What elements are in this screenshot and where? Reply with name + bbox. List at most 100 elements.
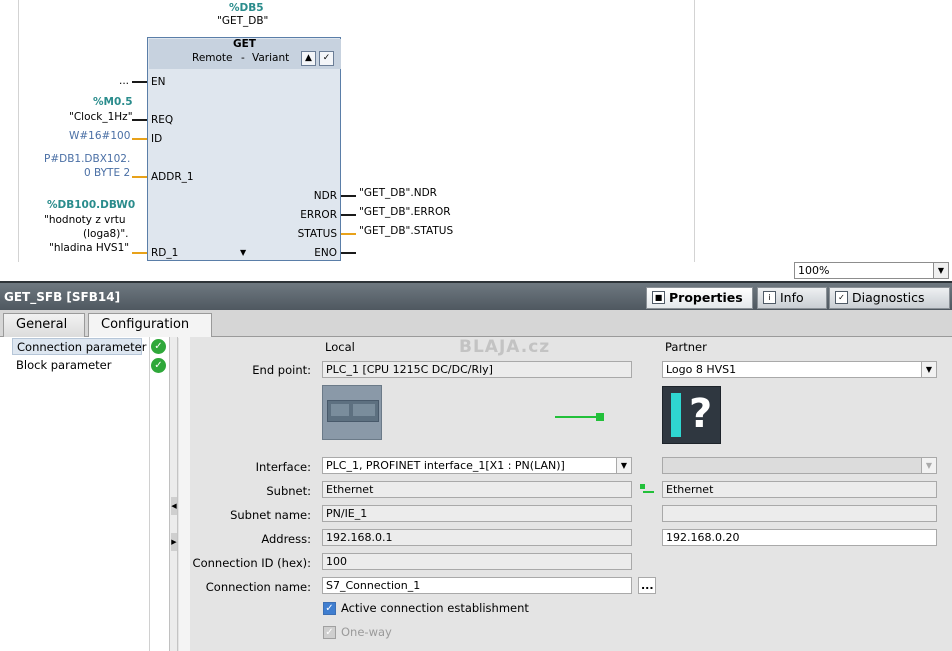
interface-label: Interface: [255, 460, 311, 474]
tab-info-label: Info [780, 290, 804, 305]
network-divider [694, 0, 695, 262]
function-block-get[interactable]: GET Remote - Variant ▲ ✓ EN REQ ID ADDR_… [147, 37, 341, 261]
chevron-down-icon[interactable]: ▼ [616, 458, 631, 473]
connection-name-input[interactable]: S7_Connection_1 [322, 577, 632, 594]
partner-subnet-field: Ethernet [662, 481, 937, 498]
instance-db-address: %DB5 [229, 2, 264, 14]
local-subnet-field: Ethernet [322, 481, 632, 498]
config-tool-icon[interactable]: ▲ [301, 51, 316, 66]
pin-ndr: NDR [313, 190, 337, 202]
zoom-select[interactable]: 100% ▼ [794, 262, 949, 279]
connection-link-line [555, 416, 597, 418]
active-connection-checkbox[interactable]: ✓ [323, 602, 336, 615]
column-local: Local [325, 340, 355, 354]
inspector-title: GET_SFB [SFB14] [4, 290, 121, 304]
subnet-label: Subnet: [266, 484, 311, 498]
rd1-operand-line1[interactable]: "hodnoty z vrtu [44, 214, 125, 226]
partner-end-point-value: Logo 8 HVS1 [666, 363, 737, 376]
check-ok-icon: ✓ [151, 339, 166, 354]
pin-rd1: RD_1 [151, 247, 179, 259]
chevron-down-icon[interactable]: ▼ [921, 362, 936, 377]
tab-diagnostics[interactable]: ✓ Diagnostics [829, 287, 950, 309]
pin-req: REQ [151, 114, 174, 126]
variant-separator: - [241, 52, 245, 64]
req-wire [132, 119, 147, 121]
unknown-device-icon: ? [662, 386, 721, 444]
chevron-down-icon[interactable]: ▼ [933, 263, 948, 278]
local-interface-value: PLC_1, PROFINET interface_1[X1 : PN(LAN)… [326, 459, 565, 472]
partner-address-input[interactable]: 192.168.0.20 [662, 529, 937, 546]
properties-icon: ■ [652, 291, 665, 304]
pin-error: ERROR [300, 209, 337, 221]
inspector-header: GET_SFB [SFB14] ■ Properties i Info ✓ Di… [0, 281, 952, 310]
expand-arrow-icon[interactable]: ▼ [240, 248, 246, 257]
local-interface-select[interactable]: PLC_1, PROFINET interface_1[X1 : PN(LAN)… [322, 457, 632, 474]
tab-info[interactable]: i Info [757, 287, 827, 309]
connection-id-label: Connection ID (hex): [192, 556, 311, 570]
active-connection-label: Active connection establishment [341, 601, 529, 615]
subtab-general[interactable]: General [3, 313, 85, 337]
instance-db-name[interactable]: "GET_DB" [217, 15, 268, 27]
variant-label: Remote [192, 52, 233, 64]
pin-en: EN [151, 76, 166, 88]
parameter-tree [0, 337, 170, 651]
addr1-operand-line1[interactable]: P#DB1.DBX102. [44, 153, 130, 165]
req-operand[interactable]: "Clock_1Hz" [69, 111, 133, 123]
error-wire [341, 214, 356, 216]
diagnostic-tool-icon[interactable]: ✓ [319, 51, 334, 66]
subtab-configuration[interactable]: Configuration [88, 313, 212, 338]
connection-link-port [596, 413, 604, 421]
partner-interface-select[interactable]: ▼ [662, 457, 937, 474]
local-end-point-field: PLC_1 [CPU 1215C DC/DC/Rly] [322, 361, 632, 378]
tree-divider [149, 337, 150, 651]
partner-subnet-name-field [662, 505, 937, 522]
subnet-link-line [643, 491, 654, 493]
error-operand[interactable]: "GET_DB".ERROR [359, 206, 451, 218]
chevron-down-icon[interactable]: ▼ [921, 458, 936, 473]
rd1-operand-line3[interactable]: "hladina HVS1" [49, 242, 129, 254]
pin-eno: ENO [314, 247, 337, 259]
status-wire [341, 233, 356, 235]
ndr-wire [341, 195, 356, 197]
zoom-value: 100% [798, 264, 830, 277]
ndr-operand[interactable]: "GET_DB".NDR [359, 187, 437, 199]
block-editor[interactable]: %DB5 "GET_DB" GET Remote - Variant ▲ ✓ E… [0, 0, 952, 262]
info-icon: i [763, 291, 776, 304]
addr1-wire [132, 176, 147, 178]
variant-value: Variant [252, 52, 290, 64]
pin-id: ID [151, 133, 163, 145]
one-way-label: One-way [341, 625, 392, 639]
one-way-checkbox[interactable]: ✓ [323, 626, 336, 639]
partner-end-point-select[interactable]: Logo 8 HVS1 ▼ [662, 361, 937, 378]
tab-properties[interactable]: ■ Properties [646, 287, 753, 309]
block-type: GET [233, 38, 256, 50]
req-address: %M0.5 [93, 96, 133, 108]
rd1-operand-line2[interactable]: (loga8)". [83, 228, 128, 240]
local-address-field: 192.168.0.1 [322, 529, 632, 546]
plc-device-icon [322, 385, 382, 440]
status-operand[interactable]: "GET_DB".STATUS [359, 225, 453, 237]
watermark: BLAJA.cz [459, 337, 551, 357]
left-power-rail [18, 0, 19, 262]
subnet-link-icon [640, 484, 645, 489]
en-wire [132, 81, 147, 83]
pin-status: STATUS [297, 228, 337, 240]
pin-addr1: ADDR_1 [151, 171, 194, 183]
id-operand[interactable]: W#16#100 [69, 130, 130, 142]
tree-item-block-parameter[interactable]: Block parameter [12, 357, 115, 374]
id-wire [132, 138, 147, 140]
connection-name-label: Connection name: [205, 580, 311, 594]
addr1-operand-line2[interactable]: 0 BYTE 2 [84, 167, 130, 179]
inspector-subtabs: General Configuration [0, 310, 952, 338]
rd1-wire [132, 252, 147, 254]
end-point-label: End point: [252, 363, 311, 377]
tab-diagnostics-label: Diagnostics [852, 290, 925, 305]
column-partner: Partner [665, 340, 707, 354]
tab-properties-label: Properties [669, 290, 743, 305]
browse-button[interactable]: ... [638, 577, 656, 594]
tree-item-connection-parameter[interactable]: Connection parameter [12, 338, 146, 355]
address-label: Address: [261, 532, 311, 546]
rd1-address: %DB100.DBW0 [47, 199, 136, 211]
en-operand[interactable]: ... [119, 75, 129, 87]
local-subnet-name-field: PN/IE_1 [322, 505, 632, 522]
